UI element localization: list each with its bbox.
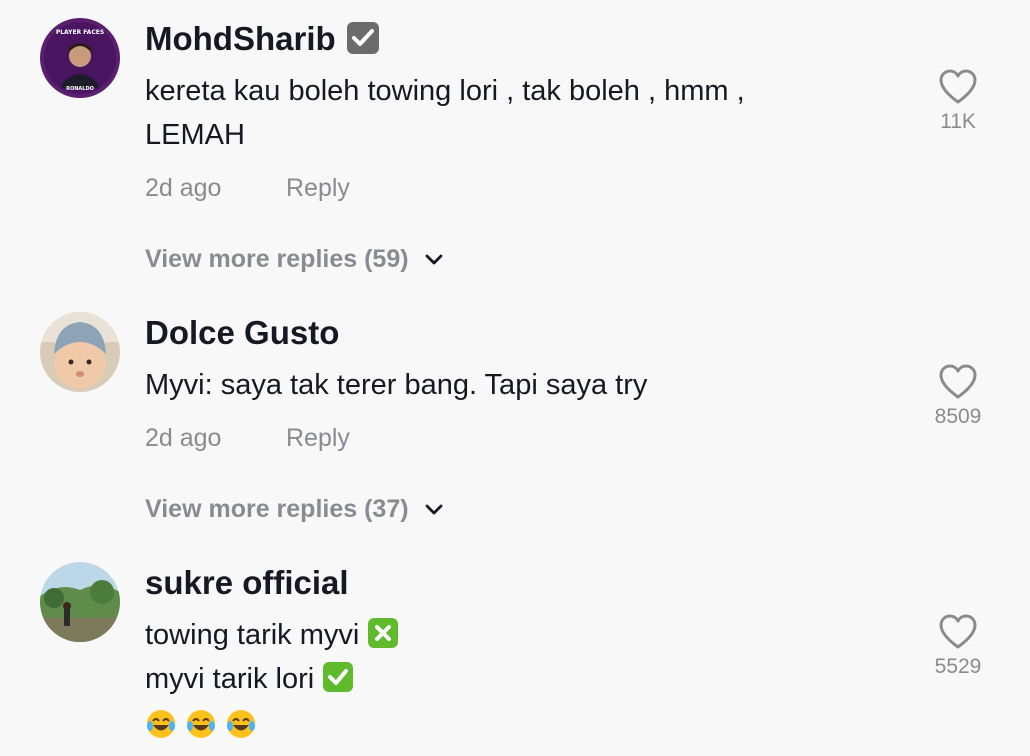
reply-button[interactable]: Reply: [286, 173, 350, 203]
comment-item: Dolce Gusto Myvi: saya tak terer bang. T…: [0, 312, 1030, 552]
view-more-replies-button[interactable]: View more replies (37): [145, 494, 445, 524]
timestamp: 2d ago: [145, 424, 222, 452]
view-more-replies-label[interactable]: View more replies (37): [145, 495, 409, 523]
view-more-replies-button[interactable]: View more replies (59): [145, 244, 445, 274]
reply-button[interactable]: Reply: [286, 423, 350, 453]
comment-text-line: Myvi: saya tak terer bang. Tapi saya try: [145, 369, 648, 401]
comment-text: myvi tarik lori: [145, 663, 315, 695]
verified-check-icon: [346, 22, 379, 55]
comment-text-line: myvi tarik lori: [145, 657, 354, 701]
heart-icon: [939, 364, 977, 399]
face-with-tears-of-joy-icon: [147, 710, 175, 739]
avatar[interactable]: PLAYER FACES RONALDO: [40, 18, 120, 98]
check-mark-emoji-icon: [323, 662, 354, 693]
comment-item: PLAYER FACES RONALDO MohdSharib kereta k…: [0, 18, 1030, 288]
avatar[interactable]: [40, 312, 120, 392]
username[interactable]: Dolce Gusto: [145, 313, 339, 353]
comment-text: towing tarik myvi: [145, 619, 360, 651]
avatar[interactable]: [40, 562, 120, 642]
emoji-line: [145, 701, 265, 745]
comment-text-line: towing tarik myvi: [145, 613, 399, 657]
comment-text-line: kereta kau boleh towing lori , tak boleh…: [145, 75, 745, 107]
like-button[interactable]: 8509: [918, 363, 998, 430]
cross-mark-emoji-icon: [368, 618, 399, 649]
like-button[interactable]: 11K: [918, 68, 998, 135]
like-count: 8509: [934, 405, 982, 428]
chevron-down-icon: [425, 254, 442, 265]
comment-item: sukre official towing tarik myvi myvi ta…: [0, 562, 1030, 756]
username-text[interactable]: Dolce Gusto: [145, 314, 339, 351]
comment-meta: 2d ago Reply: [145, 173, 350, 203]
like-count: 5529: [934, 655, 982, 678]
comment-meta: 2d ago Reply: [145, 423, 350, 453]
player-faces-avatar-image: PLAYER FACES RONALDO: [40, 18, 120, 98]
avatar-bottom-text: RONALDO: [66, 86, 94, 92]
view-more-replies-label[interactable]: View more replies (59): [145, 245, 409, 273]
like-button[interactable]: 5529: [918, 613, 998, 680]
heart-icon: [939, 69, 977, 104]
outdoor-garden-avatar-image: [40, 562, 120, 642]
chevron-down-icon: [425, 504, 442, 515]
username-text[interactable]: sukre official: [145, 564, 349, 601]
like-count: 11K: [940, 110, 976, 133]
username-text[interactable]: MohdSharib: [145, 20, 336, 57]
timestamp: 2d ago: [145, 174, 222, 202]
username[interactable]: MohdSharib: [145, 19, 380, 59]
baby-photo-avatar-image: [40, 312, 120, 392]
face-with-tears-of-joy-icon: [187, 710, 215, 739]
avatar-top-text: PLAYER FACES: [56, 29, 104, 36]
face-with-tears-of-joy-icon: [227, 710, 255, 739]
comment-text-line: LEMAH: [145, 119, 245, 151]
heart-icon: [939, 614, 977, 649]
username[interactable]: sukre official: [145, 563, 349, 603]
